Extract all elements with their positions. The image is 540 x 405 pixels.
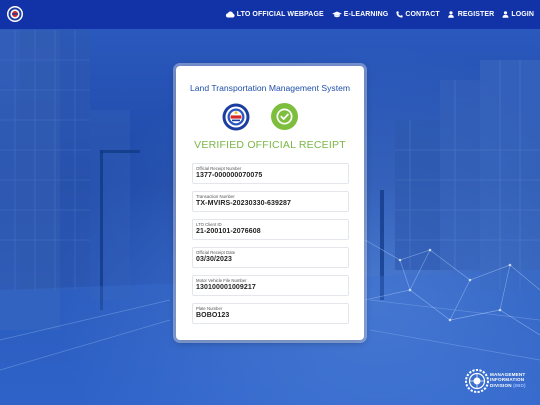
- user-plus-icon: [447, 11, 454, 18]
- field-lto-client-id: LTO Client ID 21-200101-2076608: [192, 219, 349, 240]
- lto-seal-icon: [222, 103, 250, 131]
- nav-register[interactable]: REGISTER: [447, 11, 495, 18]
- mid-gear-logo-icon: [465, 369, 489, 393]
- nav-contact[interactable]: CONTACT: [396, 11, 440, 18]
- verified-check-icon: [271, 103, 298, 130]
- nav-lto-webpage[interactable]: LTO OFFICIAL WEBPAGE: [225, 11, 324, 18]
- nav-label: CONTACT: [405, 11, 440, 18]
- field-mv-file-number: Motor Vehicle File Number 13010000100921…: [192, 275, 349, 296]
- receipt-card: Land Transportation Management System VE…: [176, 66, 364, 340]
- nav-label: LOGIN: [511, 11, 534, 18]
- field-official-receipt-number: Official Receipt Number 1377-00000007007…: [192, 163, 349, 184]
- mid-line3: DIVISION: [490, 382, 512, 388]
- nav-e-learning[interactable]: E-LEARNING: [331, 11, 389, 18]
- field-label: LTO Client ID: [196, 222, 222, 227]
- cloud-icon: [225, 11, 235, 18]
- user-icon: [502, 11, 509, 18]
- nav-login[interactable]: LOGIN: [502, 11, 534, 18]
- field-label: Transaction Number: [196, 194, 235, 199]
- graduation-cap-icon: [331, 11, 342, 18]
- top-navbar: LTO OFFICIAL WEBPAGE E-LEARNING CONTACT …: [0, 0, 540, 29]
- field-transaction-number: Transaction Number TX-MVIRS-20230330-639…: [192, 191, 349, 212]
- field-label: Official Receipt Number: [196, 166, 242, 171]
- phone-icon: [396, 11, 403, 18]
- field-label: Plate Number: [196, 306, 223, 311]
- card-title: Land Transportation Management System: [189, 83, 351, 93]
- field-label: Motor Vehicle File Number: [196, 278, 247, 283]
- nav-label: E-LEARNING: [343, 11, 389, 18]
- lto-logo[interactable]: [7, 6, 23, 22]
- field-value: TX-MVIRS-20230330-639287: [196, 200, 292, 207]
- field-value: 1377-000000070075: [196, 172, 263, 179]
- field-official-receipt-date: Official Receipt Date 03/30/2023: [192, 247, 349, 268]
- field-value: 21-200101-2076608: [196, 228, 261, 235]
- nav-menu: LTO OFFICIAL WEBPAGE E-LEARNING CONTACT …: [225, 0, 534, 29]
- field-plate-number: Plate Number BOBO123: [192, 303, 349, 324]
- nav-label: REGISTER: [457, 11, 495, 18]
- field-value: 130100001009217: [196, 284, 256, 291]
- field-value: BOBO123: [196, 312, 230, 319]
- field-value: 03/30/2023: [196, 256, 233, 263]
- nav-label: LTO OFFICIAL WEBPAGE: [236, 11, 324, 18]
- mid-line3-suffix: (MID): [513, 382, 526, 388]
- verified-status: VERIFIED OFFICIAL RECEIPT: [194, 139, 346, 151]
- mid-division-label: MANAGEMENT INFORMATION DIVISION (MID): [490, 372, 526, 388]
- field-label: Official Receipt Date: [196, 250, 236, 255]
